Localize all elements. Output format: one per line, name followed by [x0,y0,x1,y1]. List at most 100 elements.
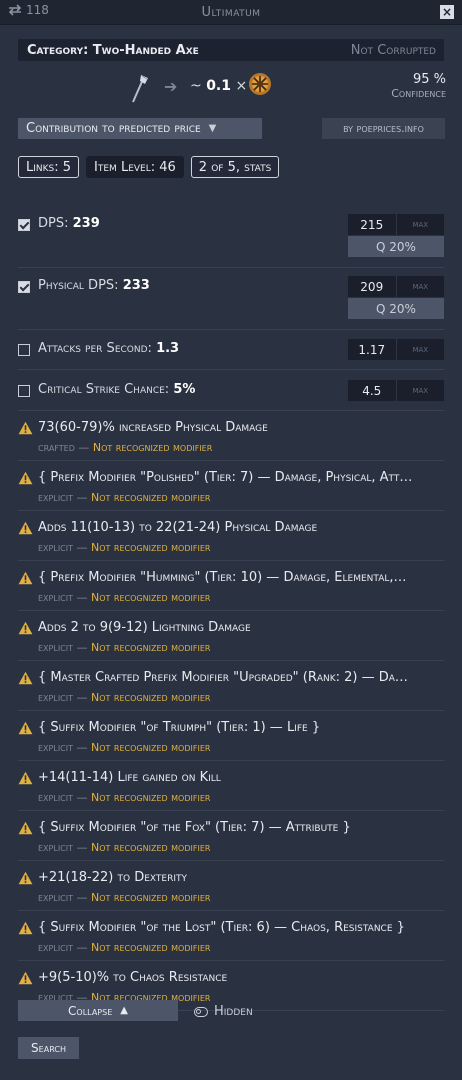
modifier-row[interactable]: Adds 11(10-13) to 22(21-24) Physical Dam… [18,511,444,561]
modifier-type: explicit [38,791,74,804]
hidden-toggle[interactable]: Hidden [194,1004,253,1019]
close-icon[interactable]: × [440,5,454,19]
stat-row: Attacks per Second: 1.3 1.17 max [18,330,444,370]
stat-min-input[interactable]: 4.5 [348,380,396,401]
warning-icon [18,821,33,835]
stat-checkbox[interactable] [18,344,30,356]
modifier-row[interactable]: { Suffix Modifier "of Triumph" (Tier: 1)… [18,711,444,761]
stat-min-input[interactable]: 215 [348,214,396,235]
stat-row: DPS: 239 215 max Q 20% [18,206,444,268]
quality-button[interactable]: Q 20% [348,236,444,257]
swap-count: 118 [26,3,49,17]
links-chip[interactable]: Links: 5 [18,156,80,178]
warning-icon [18,471,33,485]
warning-icon [18,771,33,785]
contribution-label: Contribution to predicted price [26,121,201,136]
stat-label: Physical DPS: 233 [38,278,150,293]
modifier-type: explicit [38,541,74,554]
title-bar: 118 Ultimatum × [0,0,462,25]
modifier-row[interactable]: 73(60-79)% increased Physical Damage craf… [18,411,444,461]
modifier-text: { Suffix Modifier "of the Lost" (Tier: 6… [38,920,405,935]
modifier-dash: — [74,441,93,454]
stat-value: 1.3 [156,341,180,356]
modifier-type: explicit [38,891,74,904]
modifier-type: explicit [38,491,74,504]
modifier-row[interactable]: +21(18-22) to Dexterity explicit — Not re… [18,861,444,911]
modifier-meta: explicit — Not recognized modifier [38,541,210,554]
warning-icon [18,621,33,635]
contribution-dropdown[interactable]: Contribution to predicted price ▼ [18,118,262,139]
corruption-status: Not Corrupted [350,42,436,58]
stat-checkbox[interactable] [18,281,30,293]
stat-input-group: 215 max [348,214,444,235]
price-amount: 0.1 [206,78,231,94]
modifier-meta: explicit — Not recognized modifier [38,491,210,504]
collapse-label: Collapse [68,1003,113,1018]
modifier-meta: explicit — Not recognized modifier [38,941,210,954]
quality-button[interactable]: Q 20% [348,298,444,319]
chevron-up-icon: ▲ [120,1005,128,1016]
modifier-text: { Suffix Modifier "of the Fox" (Tier: 7)… [38,820,351,835]
poeprices-button[interactable]: by poeprices.info [322,118,445,139]
modifier-row[interactable]: { Suffix Modifier "of the Lost" (Tier: 6… [18,911,444,961]
price-multiplier: ~ 0.1 × [190,78,247,94]
confidence: 95 % Confidence [391,72,446,100]
modifier-meta: crafted — Not recognized modifier [38,441,212,454]
modifier-status: Not recognized modifier [91,691,211,704]
stat-checkbox[interactable] [18,385,30,397]
stat-max-input[interactable]: max [395,339,444,360]
approx-sign: ~ [190,78,202,94]
stat-checkbox[interactable] [18,219,30,231]
swap-counter[interactable]: 118 [8,3,49,17]
modifier-status: Not recognized modifier [91,941,211,954]
category-label: Category: Two-Handed Axe [27,42,199,58]
stat-label: DPS: 239 [38,216,100,231]
stat-label: Critical Strike Chance: 5% [38,382,196,397]
modifier-text: +21(18-22) to Dexterity [38,870,187,885]
modifier-meta: explicit — Not recognized modifier [38,591,210,604]
modifier-row[interactable]: Adds 2 to 9(9-12) Lightning Damage explic… [18,611,444,661]
item-level-chip[interactable]: Item Level: 46 [86,156,184,178]
stat-value: 233 [122,278,150,293]
hidden-label: Hidden [214,1004,253,1019]
modifier-dash: — [73,541,92,554]
warning-icon [18,521,33,535]
stat-max-input[interactable]: max [395,276,444,297]
chaos-orb-icon [249,73,271,95]
price-prediction: ➔ ~ 0.1 × 95 % Confidence [0,66,462,106]
warning-icon [18,421,33,435]
modifier-text: { Prefix Modifier "Polished" (Tier: 7) —… [38,470,413,485]
stat-input-group: 1.17 max [348,339,444,360]
collapse-button[interactable]: Collapse ▲ [18,1000,178,1021]
modifier-row[interactable]: { Prefix Modifier "Humming" (Tier: 10) —… [18,561,444,611]
modifier-row[interactable]: { Suffix Modifier "of the Fox" (Tier: 7)… [18,811,444,861]
filter-chips: Links: 5 Item Level: 46 2 of 5, stats [18,156,280,178]
modifier-text: { Master Crafted Prefix Modifier "Upgrad… [38,670,408,685]
arrow-right-icon: ➔ [164,77,178,96]
modifier-dash: — [73,891,92,904]
search-button[interactable]: Search [18,1037,79,1059]
warning-icon [18,571,33,585]
modifier-status: Not recognized modifier [91,641,211,654]
modifier-dash: — [73,491,92,504]
stats-count-chip[interactable]: 2 of 5, stats [190,156,280,178]
modifier-dash: — [73,591,92,604]
modifier-row[interactable]: +14(11-14) Life gained on Kill explicit —… [18,761,444,811]
modifier-type: explicit [38,641,74,654]
stat-max-input[interactable]: max [395,380,444,401]
axe-icon [132,75,148,103]
modifier-row[interactable]: { Master Crafted Prefix Modifier "Upgrad… [18,661,444,711]
modifier-type: explicit [38,941,74,954]
stat-max-input[interactable]: max [395,214,444,235]
stat-input-group: 209 max [348,276,444,297]
modifier-dash: — [73,641,92,654]
stat-min-input[interactable]: 1.17 [348,339,396,360]
modifier-status: Not recognized modifier [91,741,211,754]
modifier-dash: — [73,941,92,954]
modifier-text: Adds 2 to 9(9-12) Lightning Damage [38,620,251,635]
warning-icon [18,671,33,685]
stat-value: 239 [72,216,100,231]
modifier-row[interactable]: { Prefix Modifier "Polished" (Tier: 7) —… [18,461,444,511]
stat-min-input[interactable]: 209 [348,276,396,297]
modifier-status: Not recognized modifier [92,441,213,454]
